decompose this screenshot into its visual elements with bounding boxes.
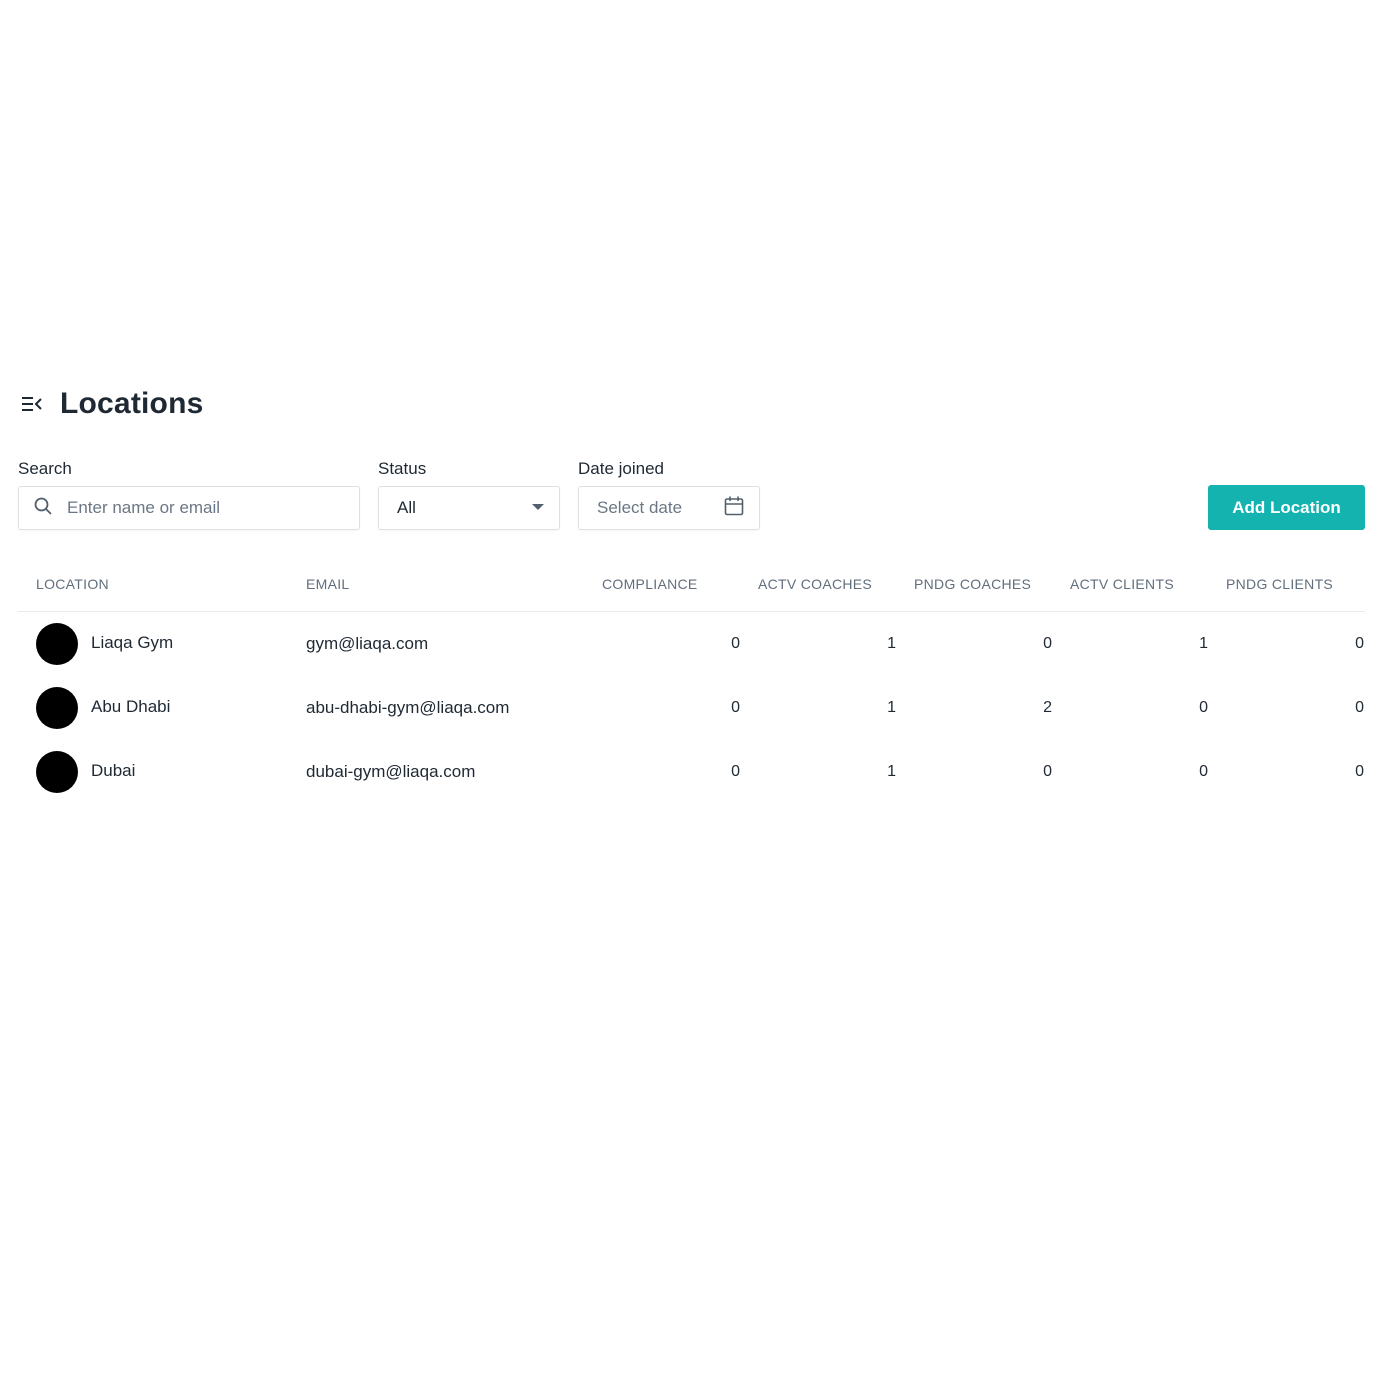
location-email: gym@liaqa.com — [306, 634, 429, 653]
status-select[interactable]: All — [378, 486, 560, 530]
menu-collapse-icon[interactable] — [18, 390, 46, 418]
page-header: Locations — [18, 384, 203, 424]
column-header-actv-clients[interactable]: ACTV CLIENTS — [1070, 576, 1174, 592]
table-header: LOCATION EMAIL COMPLIANCE ACTV COACHES P… — [18, 562, 1365, 612]
table-row[interactable]: Dubai dubai-gym@liaqa.com 0 1 0 0 0 — [18, 740, 1365, 804]
locations-table: LOCATION EMAIL COMPLIANCE ACTV COACHES P… — [18, 562, 1365, 804]
actv-clients-value: 1 — [1199, 635, 1208, 652]
column-header-pndg-coaches[interactable]: PNDG COACHES — [914, 576, 1031, 592]
location-name[interactable]: Liaqa Gym — [91, 633, 173, 653]
location-email: abu-dhabi-gym@liaqa.com — [306, 698, 510, 717]
actv-coaches-value: 1 — [887, 763, 896, 780]
filters-bar: Search Status All — [18, 458, 1365, 532]
actv-clients-value: 0 — [1199, 699, 1208, 716]
actv-clients-value: 0 — [1199, 763, 1208, 780]
caret-down-icon — [531, 499, 545, 517]
pndg-coaches-value: 2 — [1043, 699, 1052, 716]
avatar — [36, 751, 78, 793]
pndg-clients-value: 0 — [1355, 635, 1364, 652]
compliance-value: 0 — [731, 635, 740, 652]
actv-coaches-value: 1 — [887, 699, 896, 716]
location-name[interactable]: Abu Dhabi — [91, 697, 170, 717]
avatar — [36, 687, 78, 729]
column-header-compliance[interactable]: COMPLIANCE — [602, 576, 698, 592]
search-box[interactable] — [18, 486, 360, 530]
column-header-location[interactable]: LOCATION — [36, 576, 109, 592]
page-title: Locations — [60, 387, 204, 420]
status-filter: Status All — [378, 458, 560, 530]
search-filter: Search — [18, 458, 360, 530]
date-joined-label: Date joined — [578, 459, 665, 478]
column-header-actv-coaches[interactable]: ACTV COACHES — [758, 576, 872, 592]
pndg-coaches-value: 0 — [1043, 635, 1052, 652]
compliance-value: 0 — [731, 699, 740, 716]
status-label: Status — [378, 459, 427, 478]
search-input[interactable] — [65, 497, 339, 519]
calendar-icon — [723, 495, 745, 522]
date-placeholder: Select date — [597, 498, 683, 517]
pndg-clients-value: 0 — [1355, 699, 1364, 716]
table-row[interactable]: Abu Dhabi abu-dhabi-gym@liaqa.com 0 1 2 … — [18, 676, 1365, 740]
avatar — [36, 623, 78, 665]
date-picker[interactable]: Select date — [578, 486, 760, 530]
add-location-button[interactable]: Add Location — [1208, 485, 1365, 530]
compliance-value: 0 — [731, 763, 740, 780]
location-name[interactable]: Dubai — [91, 761, 135, 781]
column-header-email[interactable]: EMAIL — [306, 576, 350, 592]
location-email: dubai-gym@liaqa.com — [306, 762, 476, 781]
status-value: All — [397, 498, 416, 517]
pndg-coaches-value: 0 — [1043, 763, 1052, 780]
actv-coaches-value: 1 — [887, 635, 896, 652]
search-label: Search — [18, 459, 72, 478]
page: Locations Search Status All — [0, 0, 1400, 1400]
date-joined-filter: Date joined Select date — [578, 458, 760, 530]
table-row[interactable]: Liaqa Gym gym@liaqa.com 0 1 0 1 0 — [18, 612, 1365, 676]
pndg-clients-value: 0 — [1355, 763, 1364, 780]
search-icon — [33, 496, 53, 521]
column-header-pndg-clients[interactable]: PNDG CLIENTS — [1226, 576, 1333, 592]
